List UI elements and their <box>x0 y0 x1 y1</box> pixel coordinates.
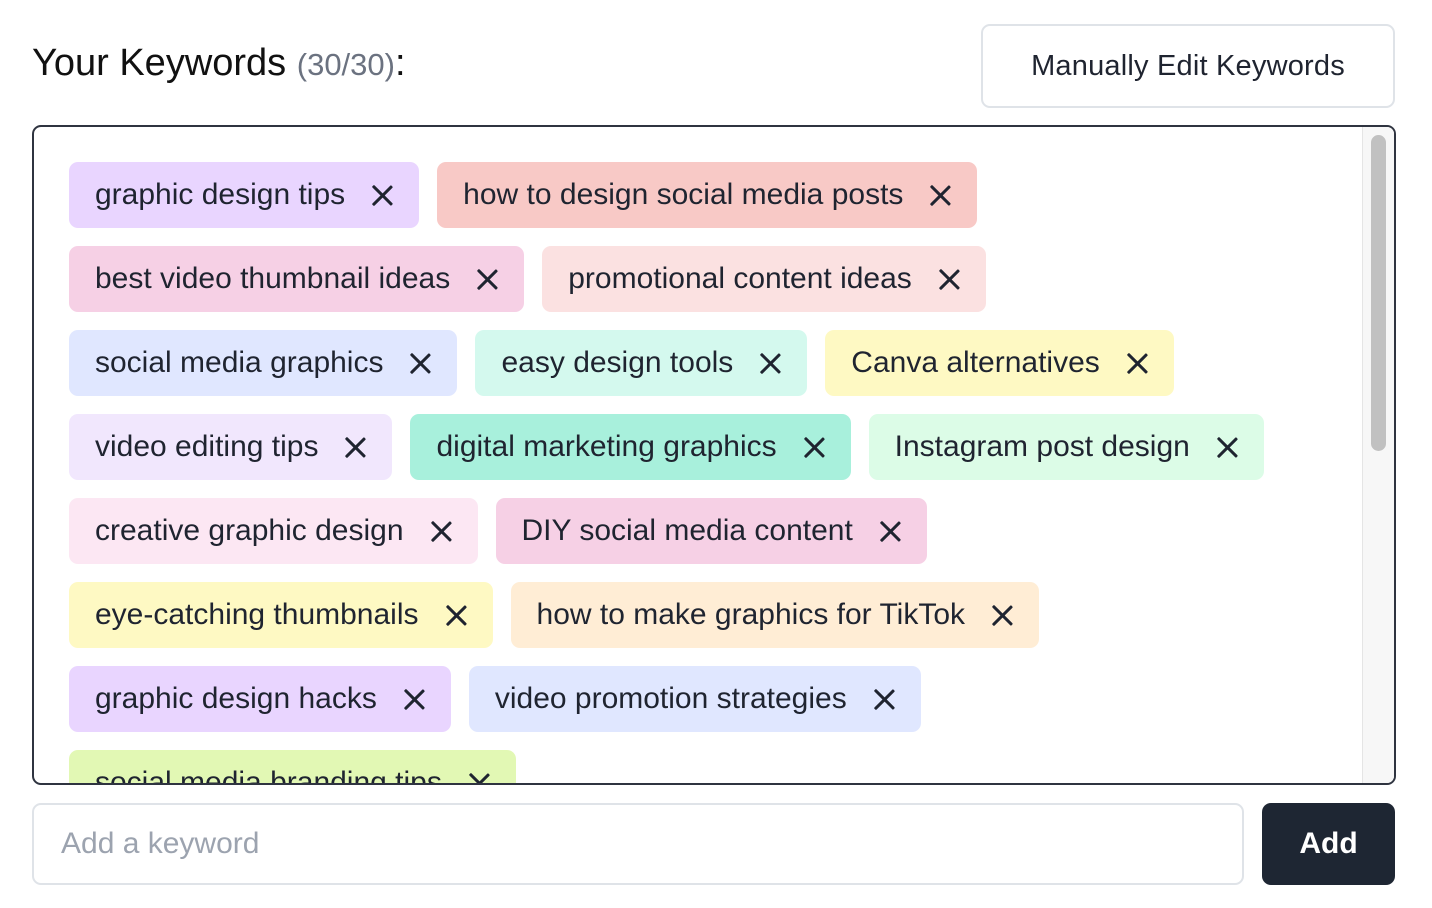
keyword-list-scrollbar[interactable] <box>1362 127 1394 783</box>
remove-keyword-icon[interactable] <box>1216 436 1238 458</box>
keyword-tag-label: graphic design hacks <box>95 682 377 715</box>
keyword-tag: video promotion strategies <box>468 666 921 732</box>
keyword-tag: DIY social media content <box>495 498 927 564</box>
keyword-tag-label: social media branding tips <box>95 766 442 785</box>
remove-keyword-icon[interactable] <box>991 604 1013 626</box>
remove-keyword-icon[interactable] <box>879 520 901 542</box>
keyword-tag: graphic design tips <box>69 162 420 228</box>
keyword-tag: creative graphic design <box>69 498 478 564</box>
keyword-tag: best video thumbnail ideas <box>69 246 525 312</box>
keyword-tag-label: DIY social media content <box>521 514 853 547</box>
keyword-tag-label: eye-catching thumbnails <box>95 598 419 631</box>
manually-edit-keywords-button[interactable]: Manually Edit Keywords <box>981 24 1395 108</box>
remove-keyword-icon[interactable] <box>873 688 895 710</box>
keyword-tag-label: Instagram post design <box>894 430 1190 463</box>
remove-keyword-icon[interactable] <box>938 268 960 290</box>
keyword-tag-label: video promotion strategies <box>494 682 847 715</box>
keyword-tag-label: how to design social media posts <box>463 178 904 211</box>
keyword-tag: easy design tools <box>475 330 808 396</box>
add-keyword-button[interactable]: Add <box>1262 803 1395 885</box>
keyword-tag: social media branding tips <box>69 750 516 785</box>
keyword-tag-label: promotional content ideas <box>568 262 912 295</box>
keyword-tag: how to make graphics for TikTok <box>510 582 1040 648</box>
keyword-tag-label: Canva alternatives <box>851 346 1100 379</box>
keyword-tag: video editing tips <box>69 414 393 480</box>
remove-keyword-icon[interactable] <box>403 688 425 710</box>
title-text: Your Keywords <box>32 42 287 84</box>
add-keyword-input[interactable] <box>32 803 1244 885</box>
keyword-tag: promotional content ideas <box>542 246 986 312</box>
keyword-list-container: graphic design tips how to design social … <box>32 125 1396 785</box>
keyword-tag: Canva alternatives <box>825 330 1174 396</box>
remove-keyword-icon[interactable] <box>344 436 366 458</box>
keyword-tag-label: easy design tools <box>501 346 734 379</box>
keyword-tag-label: creative graphic design <box>95 514 404 547</box>
keyword-tag: digital marketing graphics <box>410 414 851 480</box>
keyword-tags: graphic design tips how to design social … <box>69 162 1359 785</box>
keyword-count: (30/30) <box>296 47 395 82</box>
keyword-tag: graphic design hacks <box>69 666 451 732</box>
keyword-tag: how to design social media posts <box>437 162 978 228</box>
scrollbar-thumb[interactable] <box>1371 135 1386 451</box>
keyword-tag: social media graphics <box>69 330 458 396</box>
remove-keyword-icon[interactable] <box>371 184 393 206</box>
keyword-tag-label: social media graphics <box>95 346 384 379</box>
page-title: Your Keywords (30/30): <box>32 42 406 85</box>
remove-keyword-icon[interactable] <box>803 436 825 458</box>
remove-keyword-icon[interactable] <box>1126 352 1148 374</box>
remove-keyword-icon[interactable] <box>468 772 490 783</box>
remove-keyword-icon[interactable] <box>445 604 467 626</box>
remove-keyword-icon[interactable] <box>759 352 781 374</box>
keyword-tag-label: how to make graphics for TikTok <box>536 598 966 631</box>
keyword-tag-label: digital marketing graphics <box>436 430 777 463</box>
title-colon: : <box>394 42 406 84</box>
remove-keyword-icon[interactable] <box>409 352 431 374</box>
keyword-tag-label: video editing tips <box>95 430 319 463</box>
remove-keyword-icon[interactable] <box>476 268 498 290</box>
keywords-header: Your Keywords (30/30): Manually Edit Key… <box>32 24 1395 108</box>
keyword-tag-label: graphic design tips <box>95 178 346 211</box>
keyword-tag: eye-catching thumbnails <box>69 582 493 648</box>
keyword-tag: Instagram post design <box>868 414 1264 480</box>
remove-keyword-icon[interactable] <box>430 520 452 542</box>
remove-keyword-icon[interactable] <box>929 184 951 206</box>
keyword-tag-label: best video thumbnail ideas <box>95 262 451 295</box>
